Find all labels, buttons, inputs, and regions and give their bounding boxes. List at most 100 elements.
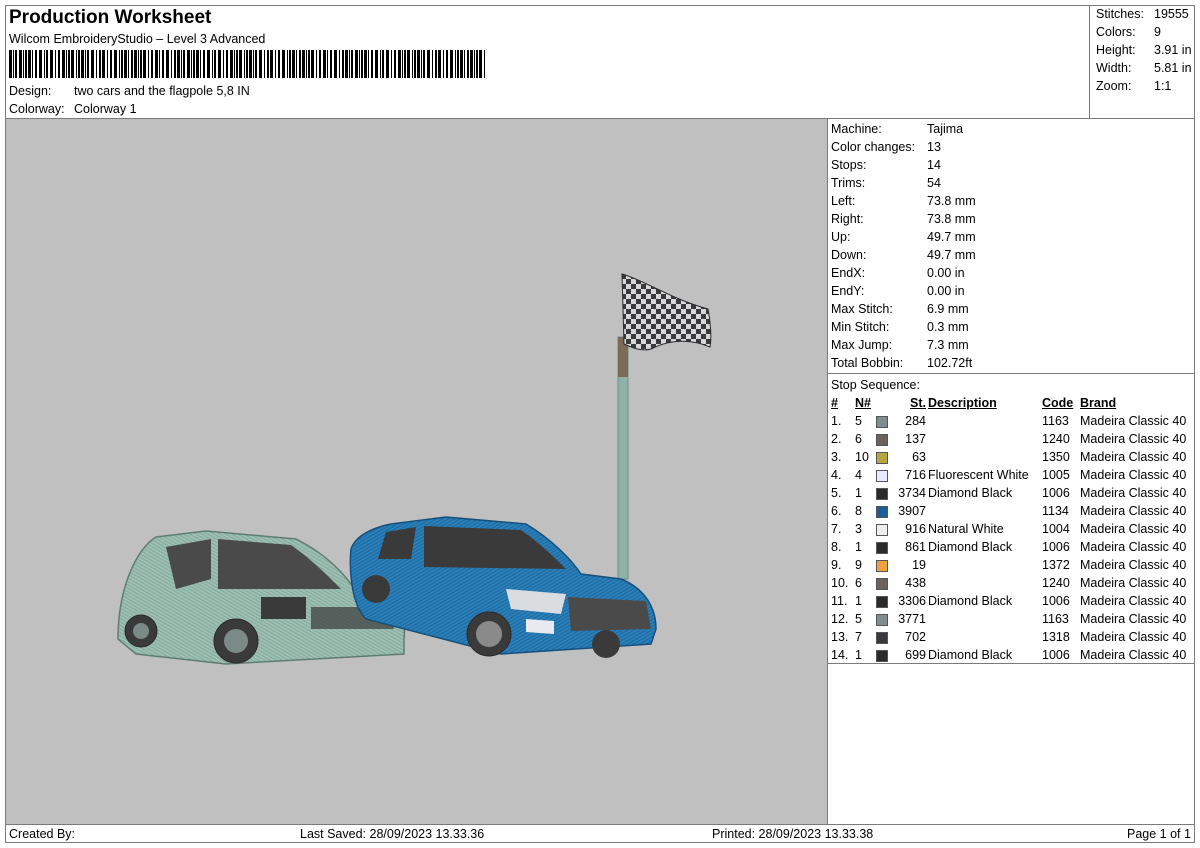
stop-description: Natural White — [928, 522, 1004, 536]
summary-row: Colors: 9 — [1096, 25, 1161, 39]
stop-sequence-title: Stop Sequence: — [831, 378, 920, 392]
stop-stitches: 916 — [905, 522, 926, 536]
color-swatch — [876, 650, 888, 662]
divider — [828, 373, 1194, 374]
color-swatch — [876, 416, 888, 428]
machine-info-label: Machine: — [831, 122, 882, 136]
stop-code: 1006 — [1042, 486, 1070, 500]
stop-needle: 8 — [855, 504, 862, 518]
color-swatch — [876, 632, 888, 644]
stop-brand: Madeira Classic 40 — [1080, 558, 1187, 572]
machine-info-label: EndY: — [831, 284, 865, 298]
stop-needle: 5 — [855, 414, 862, 428]
flagpole — [617, 273, 712, 580]
stop-needle: 9 — [855, 558, 862, 572]
machine-info-value: 13 — [927, 140, 941, 154]
stop-brand: Madeira Classic 40 — [1080, 540, 1187, 554]
summary-label: Height: — [1096, 43, 1136, 57]
stop-brand: Madeira Classic 40 — [1080, 630, 1187, 644]
stop-needle: 4 — [855, 468, 862, 482]
summary-panel: Stitches: 19555 Colors: 9 Height: 3.91 in W… — [1089, 6, 1195, 118]
machine-info-row: Max Jump: 7.3 mm — [831, 338, 969, 356]
stop-code: 1006 — [1042, 540, 1070, 554]
stop-description: Diamond Black — [928, 648, 1013, 662]
stop-stitches: 699 — [905, 648, 926, 662]
stop-code: 1163 — [1042, 612, 1069, 626]
stop-needle: 1 — [855, 540, 862, 554]
last-saved: Last Saved: 28/09/2023 13.33.36 — [300, 827, 485, 841]
summary-value: 19555 — [1154, 7, 1189, 21]
color-swatch — [876, 578, 888, 590]
stop-code: 1318 — [1042, 630, 1070, 644]
machine-info-value: 73.8 mm — [927, 212, 976, 226]
stop-num: 2. — [831, 432, 842, 446]
colorway-value: Colorway 1 — [74, 102, 137, 116]
machine-info-row: EndY: 0.00 in — [831, 284, 965, 302]
stop-brand: Madeira Classic 40 — [1080, 486, 1187, 500]
summary-row: Height: 3.91 in — [1096, 43, 1192, 57]
stop-stitches: 137 — [905, 432, 926, 446]
machine-info-row: Machine: Tajima — [831, 122, 963, 140]
summary-label: Zoom: — [1096, 79, 1132, 93]
color-swatch — [876, 488, 888, 500]
machine-info-value: 102.72ft — [927, 356, 973, 370]
machine-info-row: Right: 73.8 mm — [831, 212, 976, 230]
machine-info-value: 0.3 mm — [927, 320, 969, 334]
stop-num: 11. — [831, 594, 848, 608]
stop-code: 1372 — [1042, 558, 1070, 572]
summary-label: Colors: — [1096, 25, 1136, 39]
stop-code: 1240 — [1042, 432, 1070, 446]
stop-stitches: 3907 — [898, 504, 926, 518]
page-title: Production Worksheet — [9, 7, 212, 28]
stop-stitches: 19 — [912, 558, 926, 572]
design-preview[interactable] — [6, 119, 827, 824]
machine-info-label: EndX: — [831, 266, 866, 280]
worksheet-header: Production Worksheet Wilcom EmbroiderySt… — [6, 6, 1096, 118]
stop-num: 10. — [831, 576, 849, 590]
printed-date: Printed: 28/09/2023 13.33.38 — [712, 827, 874, 841]
stop-brand: Madeira Classic 40 — [1080, 648, 1187, 662]
stop-stitches: 861 — [905, 540, 926, 554]
embroidery-preview-image — [117, 273, 712, 665]
color-swatch — [876, 434, 888, 446]
stop-stitches: 3771 — [898, 612, 926, 626]
stop-description: Fluorescent White — [928, 468, 1029, 482]
stop-code: 1134 — [1042, 504, 1069, 518]
machine-info-value: 0.00 in — [927, 284, 965, 298]
summary-label: Width: — [1096, 61, 1132, 75]
colorway-row: Colorway: Colorway 1 — [9, 102, 137, 116]
machine-info-value: Tajima — [927, 122, 964, 136]
color-swatch — [876, 542, 888, 554]
worksheet-footer: Created By: Last Saved: 28/09/2023 13.33… — [6, 825, 1194, 843]
info-panel: Machine: Tajima Color changes: 13 Stops: 14 Tr… — [828, 119, 1194, 824]
color-swatch — [876, 614, 888, 626]
stop-brand: Madeira Classic 40 — [1080, 432, 1187, 446]
stop-num: 14. — [831, 648, 849, 662]
stop-needle: 5 — [855, 612, 862, 626]
machine-info-label: Stops: — [831, 158, 867, 172]
stop-stitches: 3306 — [898, 594, 926, 608]
stop-description: Diamond Black — [928, 594, 1013, 608]
color-swatch — [876, 506, 888, 518]
summary-value: 9 — [1154, 25, 1161, 39]
stop-stitches: 702 — [905, 630, 926, 644]
machine-info-label: Min Stitch: — [831, 320, 890, 334]
stop-description: Diamond Black — [928, 540, 1013, 554]
stop-needle: 6 — [855, 576, 862, 590]
design-value: two cars and the flagpole 5,8 IN — [74, 84, 250, 98]
stop-brand: Madeira Classic 40 — [1080, 504, 1187, 518]
stop-needle: 7 — [855, 630, 862, 644]
machine-info-value: 14 — [927, 158, 941, 172]
color-swatch — [876, 470, 888, 482]
color-swatch — [876, 452, 888, 464]
stop-brand: Madeira Classic 40 — [1080, 594, 1187, 608]
stop-brand: Madeira Classic 40 — [1080, 414, 1187, 428]
machine-info-label: Trims: — [831, 176, 866, 190]
stop-stitches: 438 — [905, 576, 926, 590]
machine-info-row: Max Stitch: 6.9 mm — [831, 302, 969, 320]
machine-info-row: EndX: 0.00 in — [831, 266, 965, 284]
machine-info-row: Total Bobbin: 102.72ft — [831, 356, 972, 374]
stop-num: 9. — [831, 558, 842, 572]
stop-needle: 1 — [855, 594, 862, 608]
stop-code: 1163 — [1042, 414, 1069, 428]
